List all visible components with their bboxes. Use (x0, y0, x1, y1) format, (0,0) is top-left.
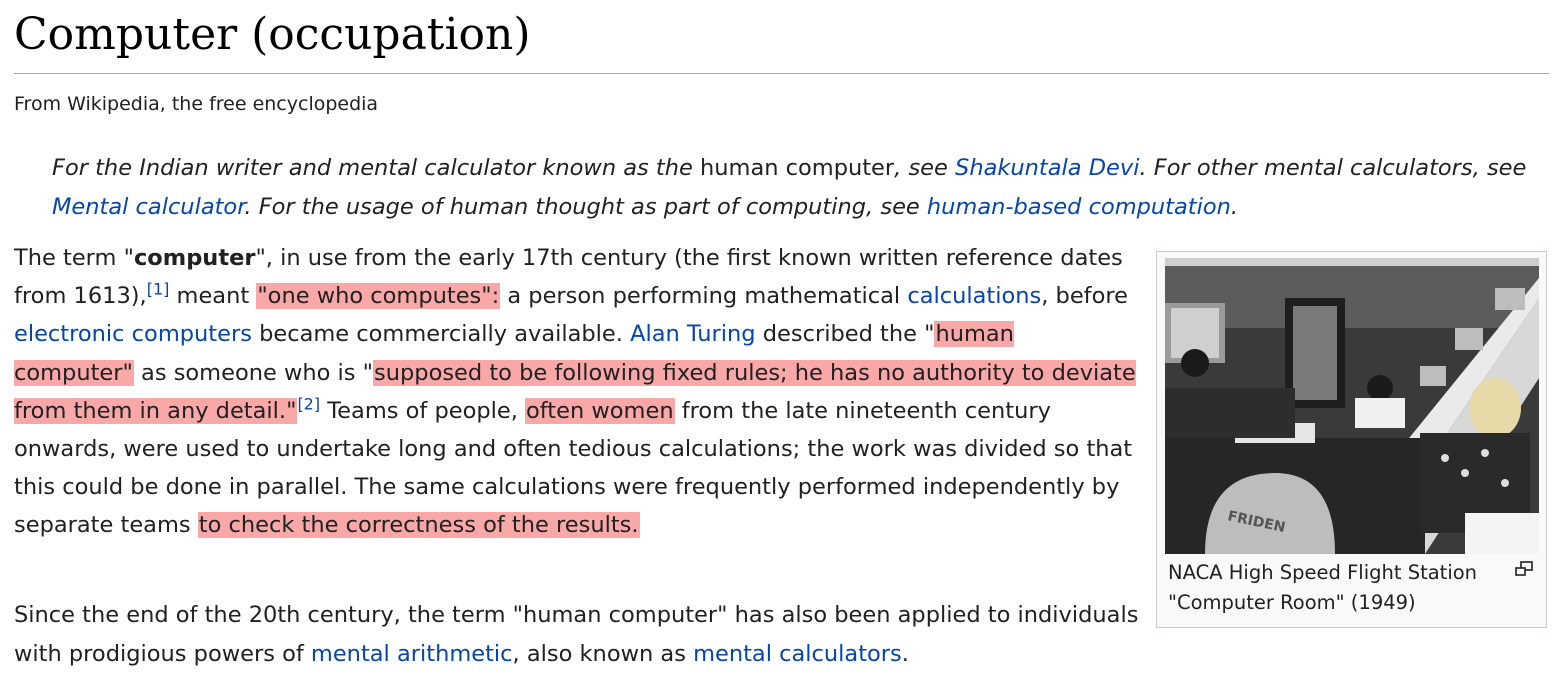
article-page: Computer (occupation) From Wikipedia, th… (0, 0, 1557, 680)
hatnote-text: . For other mental calculators, see (1139, 155, 1527, 181)
highlight-one-who-computes: "one who computes": (256, 283, 501, 310)
body-text: meant (169, 283, 257, 310)
hatnote-text: For the Indian writer and mental calcula… (52, 155, 700, 181)
body-text: a person performing mathematical (500, 283, 908, 310)
link-electronic-computers[interactable]: electronic computers (14, 321, 252, 347)
figure-caption: NACA High Speed Flight Station "Computer… (1168, 561, 1478, 614)
hatnote-text: . For the usage of human thought as part… (244, 194, 927, 220)
highlight-often-women: often women (525, 397, 675, 424)
body-text: became commercially available. (251, 321, 631, 348)
page-title: Computer (occupation) (14, 9, 531, 60)
body-text: Teams of people, (320, 397, 526, 424)
second-paragraph: Since the end of the 20th century, the t… (14, 596, 1140, 674)
title-divider (14, 73, 1549, 74)
highlight-check-correctness: to check the correctness of the results. (197, 512, 640, 539)
reference-link-1[interactable]: [1] (147, 280, 170, 299)
reference-link-2[interactable]: [2] (297, 394, 320, 413)
link-mental-arithmetic[interactable]: mental arithmetic (311, 641, 513, 667)
bold-term: computer (133, 245, 256, 271)
link-mental-calculators[interactable]: mental calculators (693, 641, 902, 667)
intro-paragraph: The term "computer", in use from the ear… (14, 239, 1140, 545)
hatnote-text: , see (894, 155, 956, 181)
hatnote-term: human computer (700, 155, 895, 181)
body-text: described the " (755, 321, 935, 348)
computer-room-photo[interactable]: FRIDEN (1165, 258, 1539, 554)
body-text: , before (1041, 283, 1128, 310)
photo-illustration: FRIDEN (1165, 258, 1539, 554)
enlarge-icon[interactable] (1514, 560, 1534, 578)
body-text: . (901, 641, 909, 667)
body-text: as someone who is " (133, 359, 374, 386)
link-calculations[interactable]: calculations (907, 283, 1041, 309)
body-text: , also known as (512, 641, 694, 667)
site-tagline: From Wikipedia, the free encyclopedia (14, 93, 379, 115)
hatnote-text: . (1230, 194, 1239, 220)
body-text: The term " (14, 245, 134, 271)
figure-thumbnail: FRIDEN NACA High Speed Flight Station "C… (1156, 251, 1547, 628)
hatnote: For the Indian writer and mental calcula… (52, 149, 1542, 227)
link-human-based-computation[interactable]: human-based computation (927, 194, 1231, 220)
link-mental-calculator[interactable]: Mental calculator (52, 194, 244, 220)
link-alan-turing[interactable]: Alan Turing (630, 321, 755, 347)
link-shakuntala-devi[interactable]: Shakuntala Devi (955, 155, 1139, 181)
